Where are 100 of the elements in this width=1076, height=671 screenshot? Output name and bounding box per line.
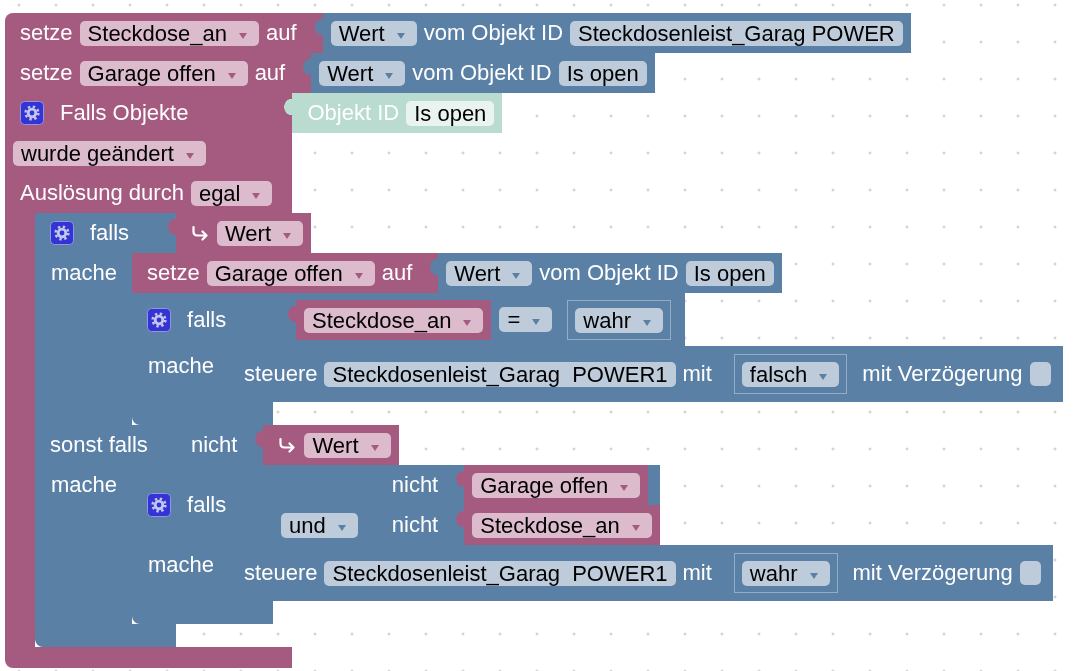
if-block[interactable] xyxy=(35,213,1063,647)
caret-icon xyxy=(227,72,236,79)
block-spine[interactable]: mache xyxy=(35,253,133,425)
variable-dropdown[interactable]: Steckdose_an xyxy=(304,307,484,333)
variable-block[interactable]: Steckdose_an xyxy=(285,300,492,340)
get-state-block[interactable]: Wert vom Objekt ID Is open xyxy=(427,253,782,293)
boolean-dropdown[interactable]: falsch xyxy=(741,361,840,387)
caret-icon xyxy=(809,572,818,579)
variable-dropdown[interactable]: Garage offen xyxy=(472,472,641,498)
block-label: vom Objekt ID xyxy=(422,20,565,46)
variable-dropdown[interactable]: Steckdose_an xyxy=(472,512,652,538)
block-label: mit xyxy=(681,560,713,586)
object-id-field[interactable]: Steckdosenleist_Garag POWER xyxy=(570,20,903,46)
block-label: mit xyxy=(681,361,713,387)
block-label: falls xyxy=(186,492,228,518)
event-dropdown[interactable]: wurde geändert xyxy=(13,140,206,166)
block-label: mache xyxy=(50,260,119,285)
attribute-dropdown[interactable]: Wert xyxy=(330,20,417,46)
block-label: falls xyxy=(89,220,131,246)
block-label: auf xyxy=(380,260,414,286)
trigger-dropdown[interactable]: egal xyxy=(190,180,273,206)
variable-dropdown[interactable]: Garage offen xyxy=(206,260,375,286)
if-block[interactable]: falls nicht Garage offen und nicht Steckdose_an mache steuere Steckdosenleist_Garag POWER1 mit wahr mit Verzögerung xyxy=(132,465,1053,624)
block-label: nicht xyxy=(390,512,440,538)
trigger-value-dropdown[interactable]: Wert xyxy=(217,220,304,246)
boolean-dropdown[interactable]: wahr xyxy=(575,307,664,333)
block-spine[interactable]: mache xyxy=(132,545,230,601)
gear-icon[interactable] xyxy=(50,221,74,245)
variable-dropdown[interactable]: Steckdose_an xyxy=(79,20,260,46)
delay-checkbox[interactable] xyxy=(1029,362,1051,386)
caret-icon xyxy=(370,444,379,451)
caret-icon xyxy=(185,152,194,159)
block-label: mache xyxy=(147,552,216,577)
hook-arrow-icon xyxy=(191,225,209,241)
if-block[interactable]: falls Steckdose_an = wahr mache steuere Steckdosenleist_Garag POWER1 mit falsch mit Verzögerung xyxy=(132,293,1063,425)
trigger-value-dropdown[interactable]: Wert xyxy=(304,432,391,458)
gear-icon[interactable] xyxy=(147,307,172,332)
variable-block[interactable]: Steckdose_an xyxy=(453,505,660,545)
object-id-field[interactable]: Is open xyxy=(406,100,495,126)
block-label: nicht xyxy=(390,472,440,498)
caret-icon xyxy=(643,319,652,326)
caret-icon xyxy=(385,72,394,79)
block-label: auf xyxy=(265,20,298,46)
delay-checkbox[interactable] xyxy=(1019,561,1041,585)
object-id-field[interactable]: Is open xyxy=(685,260,774,286)
object-id-field[interactable]: Steckdosenleist_Garag POWER1 xyxy=(324,560,676,586)
object-trigger-block[interactable] xyxy=(5,93,1063,668)
variable-block[interactable]: Garage offen xyxy=(453,465,649,505)
block-label: steuere xyxy=(243,361,319,387)
block-spine[interactable]: mache xyxy=(35,465,133,624)
caret-icon xyxy=(337,524,346,531)
caret-icon xyxy=(252,192,261,199)
block-label: sonst falls xyxy=(49,432,149,458)
variable-dropdown[interactable]: Garage offen xyxy=(79,60,248,86)
caret-icon xyxy=(283,232,292,239)
block-label: vom Objekt ID xyxy=(538,260,680,286)
block-label: Falls Objekte xyxy=(59,100,190,126)
block-label: auf xyxy=(253,60,287,86)
block-label: Objekt ID xyxy=(306,100,401,126)
hook-arrow-icon xyxy=(278,437,297,453)
block-spine[interactable]: mache xyxy=(132,346,230,402)
control-block[interactable]: steuere Steckdosenleist_Garag POWER1 mit falsch mit Verzögerung xyxy=(229,346,1063,402)
block-label: setze xyxy=(146,260,201,286)
attribute-dropdown[interactable]: Wert xyxy=(319,60,406,86)
boolean-dropdown[interactable]: wahr xyxy=(741,560,830,586)
block-label: nicht xyxy=(190,432,239,458)
caret-icon xyxy=(396,32,405,39)
set-variable-block[interactable]: setze Steckdose_an auf Wert vom Objekt ID Steckdosenleist_Garag POWER xyxy=(5,13,911,53)
block-label: mit Verzögerung xyxy=(851,560,1014,586)
trigger-value-block[interactable]: Wert xyxy=(165,213,312,253)
operator-dropdown[interactable]: und xyxy=(281,512,358,538)
block-label: vom Objekt ID xyxy=(411,60,553,86)
object-id-field[interactable]: Is open xyxy=(558,60,647,86)
caret-icon xyxy=(512,272,521,279)
set-variable-block[interactable]: setze Garage offen auf Wert vom Objekt ID Is open xyxy=(132,253,782,293)
object-id-field[interactable]: Steckdosenleist_Garag POWER1 xyxy=(324,361,676,387)
trigger-value-block[interactable]: Wert xyxy=(252,425,399,465)
caret-icon xyxy=(532,319,541,325)
block-label: mache xyxy=(50,472,119,497)
block-label: mit Verzögerung xyxy=(861,361,1024,387)
block-label: setze xyxy=(19,20,74,46)
object-id-block[interactable]: Objekt ID Is open xyxy=(281,93,503,133)
caret-icon xyxy=(463,319,472,326)
caret-icon xyxy=(819,373,828,380)
block-label: setze xyxy=(19,60,74,86)
gear-icon[interactable] xyxy=(147,493,172,517)
caret-icon xyxy=(620,484,629,491)
control-block[interactable]: steuere Steckdosenleist_Garag POWER1 mit wahr mit Verzögerung xyxy=(229,545,1053,601)
block-label: steuere xyxy=(243,560,319,586)
block-label: falls xyxy=(186,306,228,333)
operator-dropdown[interactable]: = xyxy=(499,307,553,332)
caret-icon xyxy=(631,524,640,531)
caret-icon xyxy=(354,272,363,279)
block-label: mache xyxy=(147,353,216,378)
gear-icon[interactable] xyxy=(20,101,44,125)
block-label: Auslösung durch xyxy=(19,180,185,206)
attribute-dropdown[interactable]: Wert xyxy=(446,260,533,286)
get-state-block[interactable]: Wert vom Objekt ID Is open xyxy=(300,53,655,93)
set-variable-block[interactable]: setze Garage offen auf Wert vom Objekt ID Is open xyxy=(5,53,655,93)
caret-icon xyxy=(239,32,248,39)
